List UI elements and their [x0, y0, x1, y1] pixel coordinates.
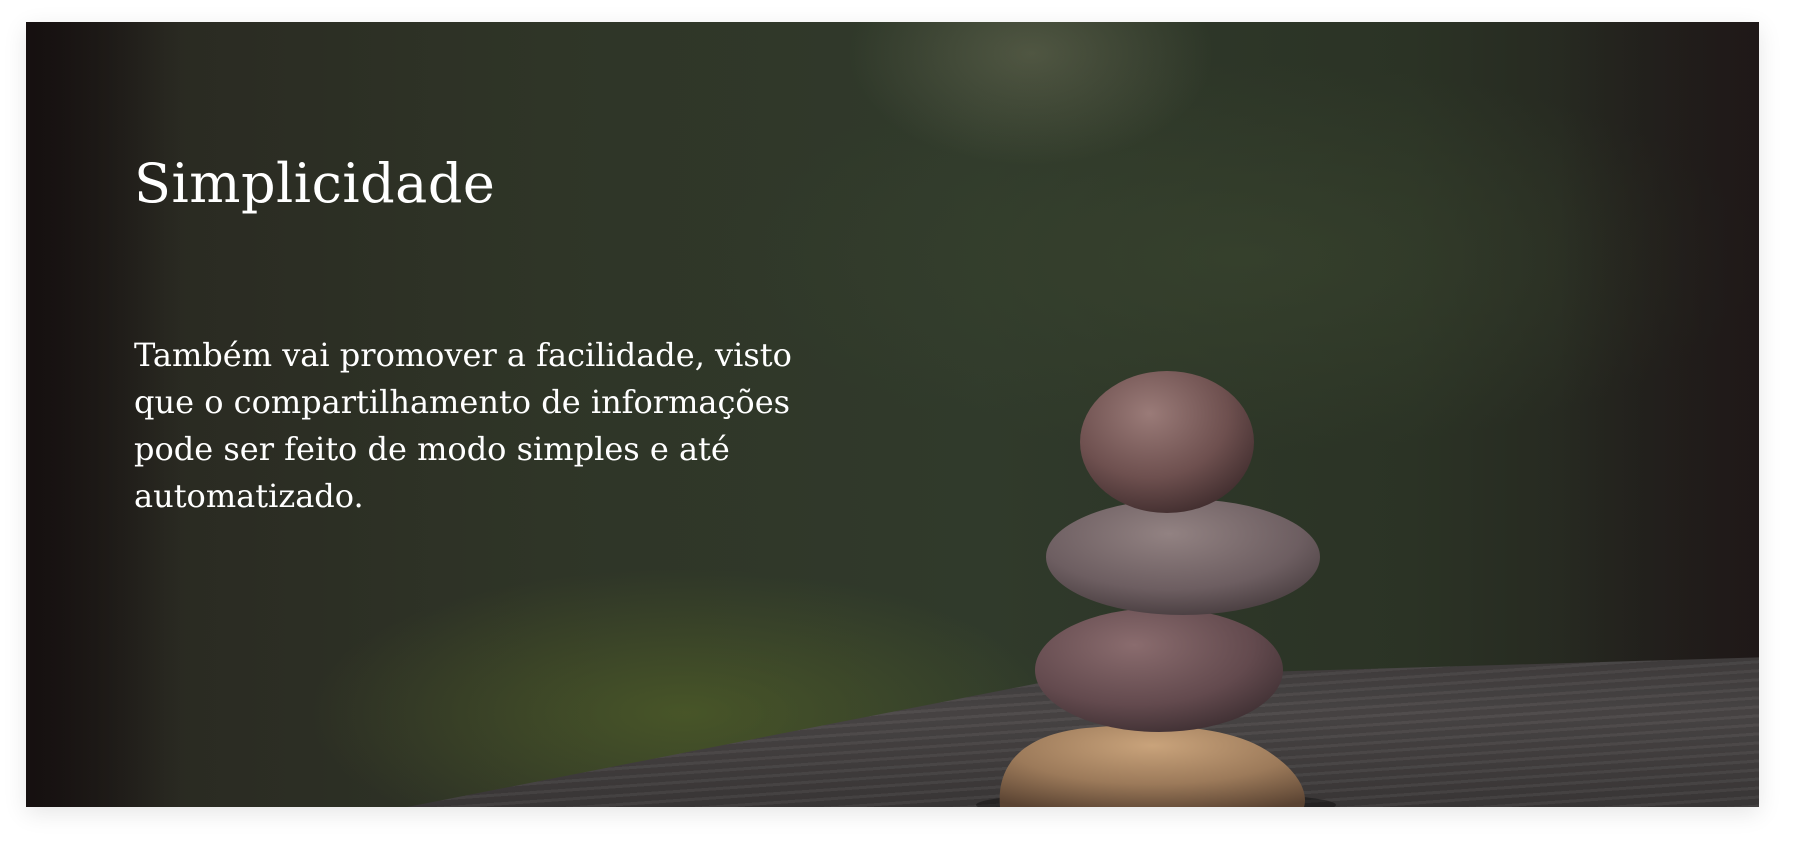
third-stone [1035, 608, 1283, 732]
slide-body-text: Também vai promover a facilidade, visto … [134, 336, 792, 515]
top-stone [1080, 371, 1254, 513]
hero-card: Simplicidade Também vai promover a facil… [26, 22, 1759, 807]
bottom-stone [999, 725, 1306, 807]
second-stone [1046, 499, 1320, 615]
slide-title: Simplicidade [134, 152, 496, 215]
